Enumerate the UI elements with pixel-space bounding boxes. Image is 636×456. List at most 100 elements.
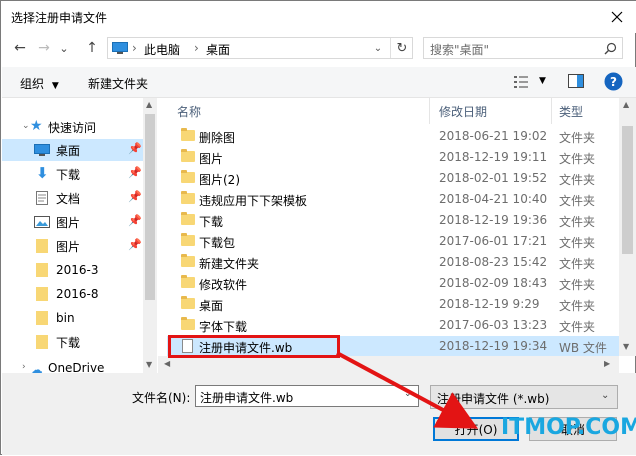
help-icon[interactable]: ? <box>604 72 623 91</box>
sidebar-item-label: bin <box>56 311 75 325</box>
breadcrumb-desktop[interactable]: 桌面 <box>206 41 230 58</box>
view-options-icon[interactable] <box>513 75 529 89</box>
chevron-down-icon: ⌄ <box>22 121 30 131</box>
search-placeholder: 搜索"桌面" <box>430 43 490 57</box>
sidebar-item-label: 2016-8 <box>56 287 99 301</box>
folder-icon <box>181 149 195 162</box>
file-date: 2018-12-19 19:34 <box>439 339 548 353</box>
chevron-down-icon: ⌄ <box>59 41 69 55</box>
scroll-right-icon: ▶ <box>604 359 611 368</box>
address-bar[interactable]: › 此电脑 › 桌面 ⌄ ↻ <box>107 37 413 59</box>
sidebar-item-downloads[interactable]: ⬇ 下载 📌 <box>2 163 145 185</box>
filename-input[interactable]: 注册申请文件.wb ⌄ <box>195 385 419 407</box>
file-date: 2018-02-09 18:43 <box>439 276 548 290</box>
refresh-icon[interactable]: ↻ <box>390 38 413 58</box>
file-name: 修改软件 <box>199 278 248 292</box>
command-bar: 组织 ▼ 新建文件夹 ▼ ? <box>2 67 636 98</box>
file-list-scrollbar[interactable]: ▲ ▼ <box>619 98 636 356</box>
search-input[interactable]: 搜索"桌面" <box>423 37 623 59</box>
file-row[interactable]: 桌面 2018-12-19 9:29 文件夹 <box>167 294 619 315</box>
file-type: WB 文件 <box>559 341 607 355</box>
sidebar-item-documents[interactable]: 文档 📌 <box>2 187 145 209</box>
folder-icon <box>36 311 48 325</box>
nav-pane-scrollbar[interactable]: ▲ ▼ <box>143 98 157 373</box>
forward-button[interactable]: → <box>33 37 55 59</box>
view-dropdown-icon[interactable]: ▼ <box>539 76 546 86</box>
file-name: 删除图 <box>199 131 236 145</box>
file-name: 字体下载 <box>199 320 248 334</box>
scroll-down-icon: ▼ <box>623 342 630 351</box>
chevron-right-icon: › <box>22 362 26 372</box>
file-row[interactable]: 修改软件 2018-02-09 18:43 文件夹 <box>167 273 619 294</box>
file-row[interactable]: 图片(2) 2018-02-01 19:52 文件夹 <box>167 168 619 189</box>
sidebar-item-label: 图片 <box>56 239 81 254</box>
sidebar-item-quick-access[interactable]: ⌄ ★ 快速访问 <box>2 116 145 138</box>
new-folder-button[interactable]: 新建文件夹 <box>88 75 148 92</box>
sidebar-item-label: OneDrive <box>48 361 105 373</box>
pin-icon: 📌 <box>128 214 142 227</box>
sidebar-item-folder[interactable]: 2016-3 <box>2 259 145 281</box>
scroll-thumb[interactable] <box>622 126 633 254</box>
sidebar-item-folder[interactable]: 下载 <box>2 331 145 353</box>
sidebar-item-desktop[interactable]: 桌面 📌 <box>2 139 145 161</box>
search-icon <box>604 42 617 55</box>
recent-locations-button[interactable]: ⌄ <box>57 37 71 59</box>
forward-arrow-icon: → <box>38 40 50 56</box>
file-name: 桌面 <box>199 299 224 313</box>
file-row[interactable]: 违规应用下下架模板 2018-04-21 10:40 文件夹 <box>167 189 619 210</box>
file-date: 2018-06-21 19:02 <box>439 129 548 143</box>
scroll-thumb[interactable] <box>145 114 155 300</box>
computer-icon <box>112 42 128 54</box>
file-name: 图片 <box>199 152 224 166</box>
file-row[interactable]: 图片 2018-12-19 19:11 文件夹 <box>167 147 619 168</box>
chevron-down-icon[interactable]: ⌄ <box>404 389 412 399</box>
sidebar-item-label: 2016-3 <box>56 263 99 277</box>
file-list: 名称 修改日期 类型 删除图 2018-06-21 19:02 文件夹 图片 2018-… <box>167 98 619 357</box>
back-button[interactable]: ← <box>9 37 31 59</box>
file-name: 违规应用下下架模板 <box>199 194 308 208</box>
file-type: 文件夹 <box>559 173 596 187</box>
sidebar-item-label: 下载 <box>56 167 81 182</box>
sidebar-item-label: 桌面 <box>56 143 81 158</box>
close-button[interactable] <box>597 1 636 33</box>
window-title: 选择注册申请文件 <box>11 11 108 25</box>
sidebar-item-label: 快速访问 <box>48 120 97 135</box>
file-type: 文件夹 <box>559 299 596 313</box>
file-type: 文件夹 <box>559 236 596 250</box>
breadcrumb-this-pc[interactable]: 此电脑 <box>144 41 180 58</box>
breadcrumb-separator-icon: › <box>132 41 137 55</box>
file-name: 图片(2) <box>199 173 240 187</box>
folder-icon <box>36 287 48 301</box>
file-row[interactable]: 新建文件夹 2018-08-23 15:42 文件夹 <box>167 252 619 273</box>
file-date: 2018-02-01 19:52 <box>439 171 548 185</box>
folder-icon <box>181 233 195 246</box>
file-row[interactable]: 删除图 2018-06-21 19:02 文件夹 <box>167 126 619 147</box>
address-dropdown-icon[interactable]: ⌄ <box>370 39 386 57</box>
up-button[interactable]: ↑ <box>81 37 103 59</box>
sidebar-item-folder[interactable]: bin <box>2 307 145 329</box>
sidebar-item-onedrive[interactable]: › ☁ OneDrive <box>2 361 145 373</box>
breadcrumb-separator-icon: › <box>194 41 199 55</box>
file-row[interactable]: 字体下载 2017-06-03 13:23 文件夹 <box>167 315 619 336</box>
scroll-up-icon: ▲ <box>146 100 153 109</box>
sidebar-item-label: 下载 <box>56 335 81 350</box>
file-row[interactable]: 下载包 2017-06-01 17:21 文件夹 <box>167 231 619 252</box>
preview-pane-icon[interactable] <box>568 74 584 88</box>
file-name: 下载包 <box>199 236 236 250</box>
sidebar-item-folder[interactable]: 2016-8 <box>2 283 145 305</box>
column-header-name[interactable]: 名称 <box>177 98 430 124</box>
folder-icon <box>36 239 48 253</box>
file-date: 2017-06-03 13:23 <box>439 318 548 332</box>
organize-button[interactable]: 组织 ▼ <box>20 75 59 92</box>
filetype-select[interactable]: 注册申请文件 (*.wb) ⌄ <box>430 385 618 409</box>
horizontal-scrollbar[interactable]: ◀ ▶ <box>158 356 619 373</box>
file-row[interactable]: 下载 2018-12-19 19:36 文件夹 <box>167 210 619 231</box>
column-header-date[interactable]: 修改日期 <box>439 98 552 124</box>
scroll-up-icon: ▲ <box>623 100 630 109</box>
sidebar-item-pictures[interactable]: 图片 📌 <box>2 211 145 233</box>
column-header-type[interactable]: 类型 <box>559 98 619 124</box>
download-icon: ⬇ <box>36 164 49 182</box>
folder-icon <box>181 128 195 141</box>
svg-text:?: ? <box>610 75 617 89</box>
sidebar-item-folder[interactable]: 图片 📌 <box>2 235 145 257</box>
